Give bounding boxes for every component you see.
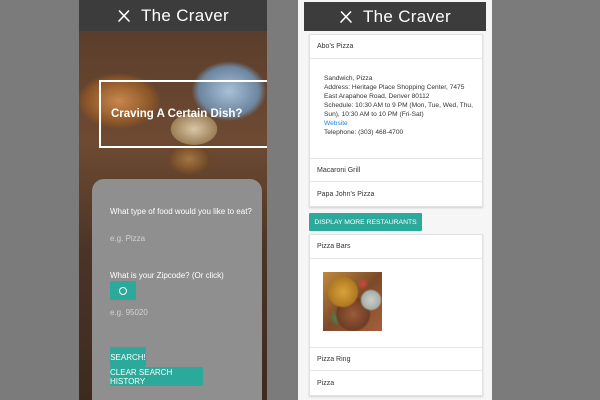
app-title: The Craver [362, 6, 452, 26]
utensils-icon [118, 9, 130, 22]
restaurant-name: Pizza Ring [317, 355, 351, 363]
restaurant-name: Macaroni Grill [317, 166, 361, 174]
hero-heading-box: Craving A Certain Dish? [99, 80, 267, 148]
search-form: What type of food would you like to eat?… [92, 179, 262, 400]
app-header: The Craver [304, 2, 486, 31]
results-list: Pizza Bars Pizza Ring Pizza [309, 234, 483, 396]
hero-heading: Craving A Certain Dish? [111, 108, 243, 120]
restaurant-name: Papa John's Pizza [317, 190, 375, 198]
restaurant-telephone: Telephone: (303) 468-4700 [324, 129, 404, 136]
restaurant-address: Address: Heritage Place Shopping Center,… [324, 84, 465, 100]
location-target-icon [119, 286, 127, 295]
display-more-restaurants-button[interactable]: DISPLAY MORE RESTAURANTS [309, 213, 422, 231]
app-title: The Craver [140, 5, 230, 25]
restaurant-item[interactable]: Macaroni Grill [310, 158, 482, 182]
restaurant-website-link[interactable]: Website [324, 119, 476, 128]
restaurant-name: Pizza Bars [317, 243, 351, 250]
use-location-button[interactable] [110, 281, 136, 300]
restaurant-name: Pizza [317, 379, 335, 387]
zip-question-label: What is your Zipcode? (Or click) [110, 271, 224, 280]
utensils-icon [340, 10, 352, 23]
restaurant-item[interactable]: Pizza Ring [310, 347, 482, 371]
hero-food-image: Craving A Certain Dish? What type of foo… [79, 31, 267, 400]
food-input[interactable]: e.g. Pizza [110, 234, 145, 243]
search-screen: Craving A Certain Dish? What type of foo… [79, 0, 267, 400]
clear-search-history-button[interactable]: CLEAR SEARCH HISTORY [110, 367, 203, 386]
results-screen: The Craver Abo's Pizza Sandwich, Pizza A… [298, 0, 492, 400]
search-button[interactable]: SEARCH! [110, 347, 146, 367]
food-question-label: What type of food would you like to eat? [110, 207, 252, 216]
restaurant-categories: Sandwich, Pizza [324, 75, 373, 82]
restaurant-item[interactable]: Abo's Pizza [310, 35, 482, 59]
restaurant-item[interactable]: Papa John's Pizza [310, 182, 482, 206]
app-header: The Craver [79, 0, 267, 31]
restaurant-photo [323, 272, 382, 331]
zipcode-input[interactable]: e.g. 95020 [110, 308, 148, 317]
restaurant-item[interactable]: Pizza Bars [310, 235, 482, 259]
restaurant-item[interactable]: Pizza [310, 371, 482, 395]
restaurant-schedule: Schedule: 10:30 AM to 9 PM (Mon, Tue, We… [324, 102, 473, 118]
results-list: Abo's Pizza Sandwich, Pizza Address: Her… [309, 34, 483, 207]
restaurant-name: Abo's Pizza [317, 43, 354, 50]
restaurant-details: Sandwich, Pizza Address: Heritage Place … [324, 74, 476, 137]
